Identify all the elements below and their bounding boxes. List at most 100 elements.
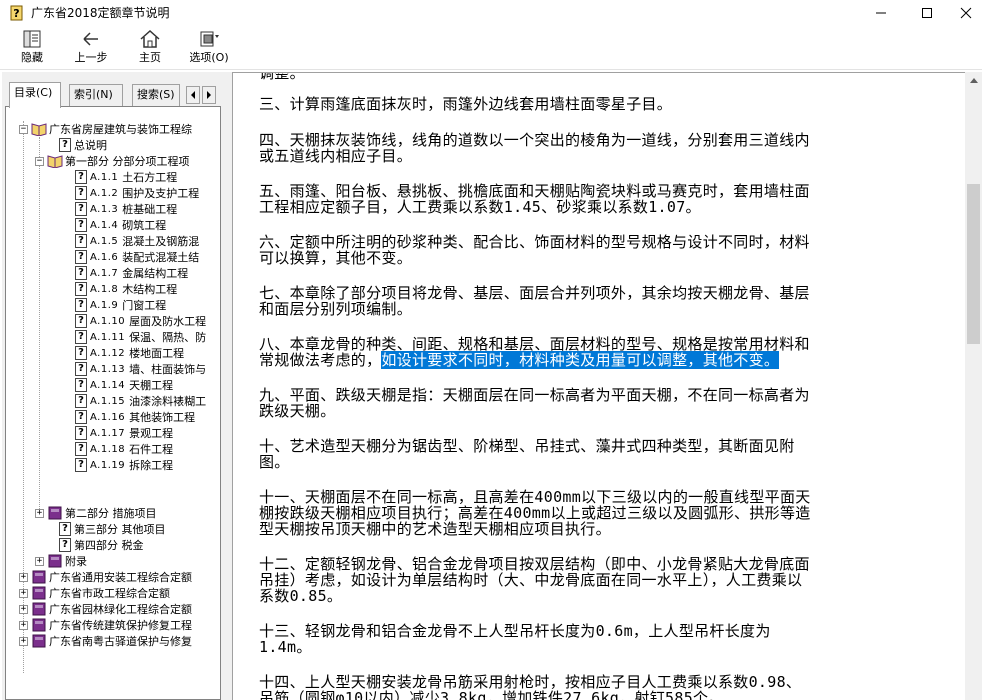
chapter-code: A.1.9 [90, 299, 119, 311]
tree-item-chapter[interactable]: ? A.1.2 围护及支护工程 [75, 185, 199, 201]
tree-item-chapter[interactable]: ? A.1.7 金属结构工程 [75, 265, 188, 281]
tree-item-chapter[interactable]: ? A.1.19 拆除工程 [75, 457, 173, 473]
options-button[interactable]: 选项(O) [186, 28, 232, 68]
tree-item-chapter[interactable]: ? A.1.1 土石方工程 [75, 169, 177, 185]
tree-item-label: 门窗工程 [122, 299, 167, 312]
topic-content: 调整。 三、计算雨篷底面抹灰时，雨篷外边线套用墙柱面零星子目。 四、天棚抹灰装饰… [232, 72, 965, 700]
tab-index[interactable]: 索引(N) [69, 84, 123, 106]
scroll-thumb[interactable] [967, 184, 980, 344]
expand-icon[interactable]: + [19, 604, 28, 614]
tree-item-appendix[interactable]: + 附录 [35, 553, 87, 569]
tree-item-chapter[interactable]: ? A.1.15 油漆涂料裱糊工 [75, 393, 206, 409]
tree-item-chapter[interactable]: ? A.1.9 门窗工程 [75, 297, 166, 313]
chapter-code: A.1.18 [90, 443, 126, 455]
tree-item-chapter[interactable]: ? A.1.13 墙、柱面装饰与 [75, 361, 206, 377]
tree-item-overview[interactable]: ? 总说明 [59, 137, 107, 153]
tree-item-chapter[interactable]: ? A.1.5 混凝土及钢筋混 [75, 233, 199, 249]
help-page-icon: ? [75, 458, 87, 472]
tree-item-chapter[interactable]: ? A.1.3 桩基础工程 [75, 201, 177, 217]
help-page-icon: ? [75, 186, 87, 200]
tree-item-chapter[interactable]: ? A.1.12 楼地面工程 [75, 345, 184, 361]
expand-icon[interactable]: + [19, 620, 28, 630]
help-page-icon: ? [75, 298, 87, 312]
close-button[interactable] [950, 0, 982, 26]
tree-item-chapter[interactable]: ? A.1.14 天棚工程 [75, 377, 173, 393]
para-12: 十二、定额轻钢龙骨、铝合金龙骨项目按双层结构（即中、小龙骨紧贴大龙骨底面 吊挂）… [259, 555, 810, 605]
help-page-icon: ? [59, 538, 71, 552]
help-page-icon: ? [75, 266, 87, 280]
tree-item-chapter[interactable]: ? A.1.16 其他装饰工程 [75, 409, 195, 425]
tree-item-chapter[interactable]: ? A.1.4 砌筑工程 [75, 217, 166, 233]
back-button[interactable]: 上一步 [70, 28, 112, 68]
tree-item-label: 景观工程 [129, 427, 174, 440]
help-page-icon: ? [75, 410, 87, 424]
tree-item-book[interactable]: + 广东省南粤古驿道保护与修复 [19, 633, 192, 649]
para-4: 四、天棚抹灰装饰线，线角的道数以一个突出的棱角为一道线，分别套用三道线内 或五道… [259, 131, 810, 165]
collapse-icon[interactable]: − [35, 156, 44, 166]
help-page-icon: ? [75, 378, 87, 392]
help-page-icon: ? [75, 426, 87, 440]
tree-item-label: 围护及支护工程 [122, 187, 200, 200]
chapter-code: A.1.12 [90, 347, 126, 359]
home-label: 主页 [139, 51, 161, 64]
tab-scroll-left-button[interactable] [186, 86, 200, 104]
closed-book-icon [32, 586, 46, 600]
tree-item-chapter[interactable]: ? A.1.6 装配式混凝土结 [75, 249, 199, 265]
tree-item-part4[interactable]: ? 第四部分 税金 [59, 537, 144, 553]
tree-item-root[interactable]: − 广东省房屋建筑与装饰工程综 [19, 121, 192, 137]
closed-book-icon [32, 634, 46, 648]
maximize-button[interactable] [904, 0, 950, 26]
help-page-icon: ? [75, 202, 87, 216]
closed-book-icon [32, 602, 46, 616]
tab-search[interactable]: 搜索(S) [132, 84, 180, 106]
scroll-up-icon [969, 78, 978, 83]
nav-tabs: 目录(C) 索引(N) 搜索(S) [2, 82, 227, 108]
expand-icon[interactable]: + [35, 508, 44, 518]
expand-icon[interactable]: + [19, 636, 28, 646]
tree-item-book[interactable]: + 广东省市政工程综合定额 [19, 585, 170, 601]
tree-item-chapter[interactable]: ? A.1.17 景观工程 [75, 425, 173, 441]
para-11: 十一、天棚面层不在同一标高，且高差在400mm以下三级以内的一般直线型平面天 棚… [259, 488, 811, 538]
tree-item-book[interactable]: + 广东省传统建筑保护修复工程 [19, 617, 192, 633]
expand-icon[interactable]: + [35, 556, 44, 566]
tree-item-label: 金属结构工程 [122, 267, 189, 280]
chapter-code: A.1.16 [90, 411, 126, 423]
tree-item-book[interactable]: + 广东省通用安装工程综合定额 [19, 569, 192, 585]
expand-icon[interactable]: + [19, 572, 28, 582]
collapse-icon[interactable]: − [19, 124, 28, 134]
tree-item-label: 装配式混凝土结 [122, 251, 200, 264]
maximize-icon [922, 8, 932, 18]
navigation-pane: 目录(C) 索引(N) 搜索(S) − 广东省房屋建筑与装饰工程综 ? 总说明 … [2, 72, 227, 700]
chapter-code: A.1.8 [90, 283, 119, 295]
tree-item-part3[interactable]: ? 第三部分 其他项目 [59, 521, 166, 537]
para-5: 五、雨篷、阳台板、悬挑板、挑檐底面和天棚贴陶瓷块料或马赛克时，套用墙柱面 工程相… [259, 182, 810, 216]
vertical-scrollbar[interactable] [965, 72, 982, 700]
tree-item-chapter[interactable]: ? A.1.10 屋面及防水工程 [75, 313, 206, 329]
tree-item-book[interactable]: + 广东省园林绿化工程综合定额 [19, 601, 192, 617]
tree-item-part1[interactable]: − 第一部分 分部分项工程项 [35, 153, 190, 169]
scroll-up-button[interactable] [965, 72, 982, 89]
tree-item-chapter[interactable]: ? A.1.11 保温、隔热、防 [75, 329, 206, 345]
para-6: 六、定额中所注明的砂浆种类、配合比、饰面材料的型号规格与设计不同时，材料 可以换… [259, 233, 810, 267]
toolbar: 隐藏 上一步 主页 选项(O) [0, 26, 982, 70]
tree-item-label: 拆除工程 [129, 459, 174, 472]
tree-item-label: 第四部分 税金 [74, 539, 144, 552]
chevron-right-icon [207, 91, 211, 99]
chapter-code: A.1.19 [90, 459, 126, 471]
tab-scroll-right-button[interactable] [202, 86, 216, 104]
tab-contents[interactable]: 目录(C) [9, 82, 61, 108]
selected-text[interactable]: 如设计要求不同时，材料种类及用量可以调整，其他不变。 [381, 351, 780, 369]
hide-button[interactable]: 隐藏 [14, 28, 50, 68]
tree-item-part2[interactable]: + 第二部分 措施项目 [35, 505, 157, 521]
tree-item-chapter[interactable]: ? A.1.18 石件工程 [75, 441, 173, 457]
contents-tree: − 广东省房屋建筑与装饰工程综 ? 总说明 − 第一部分 分部分项工程项 ? A.… [5, 106, 221, 700]
home-button[interactable]: 主页 [134, 28, 166, 68]
tree-item-label: 墙、柱面装饰与 [129, 363, 207, 376]
expand-icon[interactable]: + [19, 588, 28, 598]
chapter-code: A.1.3 [90, 203, 119, 215]
para-3: 三、计算雨篷底面抹灰时，雨篷外边线套用墙柱面零星子目。 [259, 95, 673, 113]
svg-text:?: ? [13, 7, 19, 20]
minimize-button[interactable] [858, 0, 904, 26]
para-10: 十、艺术造型天棚分为锯齿型、阶梯型、吊挂式、藻井式四种类型，其断面见附 图。 [259, 437, 795, 471]
tree-item-chapter[interactable]: ? A.1.8 木结构工程 [75, 281, 177, 297]
